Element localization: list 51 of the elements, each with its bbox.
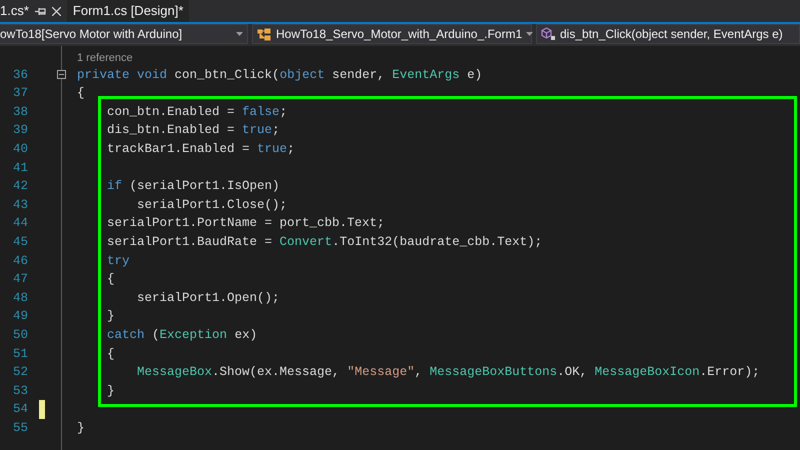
line-number: 50 [12,327,28,344]
code-line: } [77,420,85,437]
line-number: 41 [12,160,28,177]
line-number: 43 [12,196,28,214]
pin-icon[interactable] [34,6,46,16]
navigation-dropdown[interactable]: owTo18[Servo Motor with Arduino] [0,24,248,44]
code-line: } [107,308,115,326]
line-number: 40 [12,141,28,158]
code-line: serialPort1.BaudRate = Convert.ToInt32(baudrate_cbb.Text); [107,234,542,252]
code-line: trackBar1.Enabled = true; [107,141,295,158]
reference-count-link[interactable]: 1 reference [77,52,133,64]
close-icon[interactable] [52,6,61,16]
line-number: 51 [12,346,28,363]
code-line: private void con_btn_Click(object sender, EventArgs e) [77,66,482,84]
code-line: MessageBox.Show(ex.Message, "Message", MessageBoxButtons.OK, MessageBoxIcon.Error); [137,364,760,382]
navigation-dropdown[interactable]: dis_btn_Click(object sender, EventArgs e) [536,24,800,44]
line-number: 44 [12,215,28,232]
code-line: dis_btn.Enabled = true; [107,122,280,140]
line-number: 55 [12,420,28,437]
line-number: 42 [12,178,28,196]
code-line: { [107,271,115,288]
navigation-dropdown[interactable]: HowTo18_Servo_Motor_with_Arduino_.Form1 [252,24,532,44]
line-number: 48 [12,290,28,307]
code-line: { [107,346,115,363]
line-number: 53 [12,382,28,400]
caret-icon[interactable] [236,32,243,36]
line-number: 49 [12,308,28,326]
line-number: 47 [12,271,28,288]
code-line: serialPort1.PortName = port_cbb.Text; [107,215,385,232]
line-number: 46 [12,252,28,270]
line-number: 38 [12,104,28,121]
line-number: 37 [12,85,28,102]
line-number: 36 [12,66,28,84]
collapse-toggle[interactable] [57,70,66,80]
line-number: 45 [12,234,28,252]
code-line: { [77,85,85,102]
code-line: } [107,382,115,400]
code-line: catch (Exception ex) [107,327,258,344]
code-line: con_btn.Enabled = false; [107,104,288,121]
code-line: serialPort1.Open(); [137,290,280,307]
caret-icon[interactable] [526,32,534,36]
line-number: 54 [12,401,28,418]
line-number: 52 [12,364,28,382]
code-line: serialPort1.Close(); [137,196,288,214]
line-number: 39 [12,122,28,140]
code-line: try [107,252,130,270]
code-line: if (serialPort1.IsOpen) [107,178,280,196]
cube-lock-icon [541,27,556,41]
class-icon [257,28,272,40]
editor-tab[interactable]: Form1.cs [Design]* [66,0,190,22]
unsaved-change-marker [39,400,45,419]
